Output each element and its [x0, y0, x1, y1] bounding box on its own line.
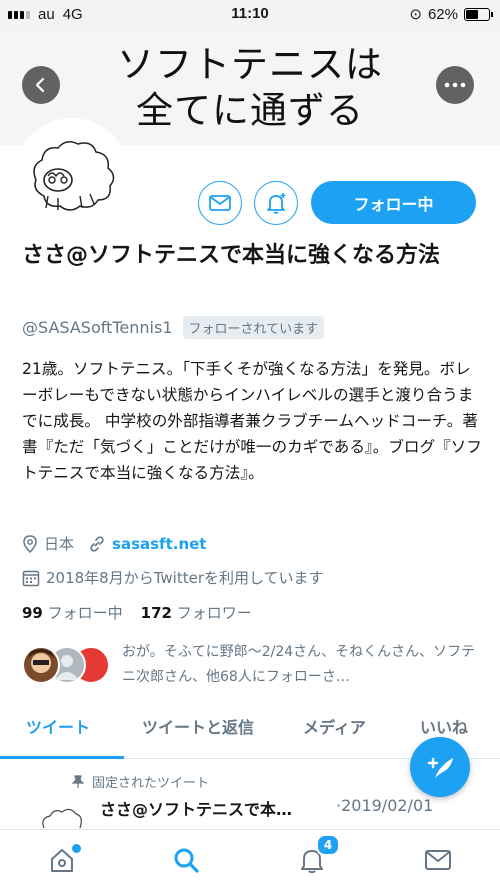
bio: 21歳。ソフトテニス。「下手くそが強くなる方法」を発見。ボレーボレーもできない状… [22, 360, 482, 482]
active-tab-indicator [0, 756, 124, 759]
bell-plus-icon [267, 193, 286, 214]
compose-feather-icon [427, 757, 453, 778]
messages-icon [425, 850, 451, 870]
compose-tweet-button[interactable] [410, 737, 470, 797]
new-content-dot [70, 842, 83, 855]
tweet-avatar-doodle-icon [42, 808, 82, 829]
followed-by-text[interactable]: おが。そふてに野郎〜2/24さん、そねくんさん、ソフテニ次郎さん、他68人にフォ… [122, 640, 482, 690]
banner-line-1: ソフトテニスは [117, 43, 383, 86]
calendar-icon [22, 570, 40, 586]
nav-search[interactable] [166, 840, 206, 880]
tab-tweets[interactable]: ツイート [26, 712, 90, 758]
more-icon [444, 82, 466, 88]
following-button[interactable]: フォロー中 [311, 181, 476, 224]
avatar[interactable] [14, 118, 130, 234]
location-website-row: 日本 sasasft.net [22, 533, 206, 554]
joined-date: 2018年8月からTwitterを利用しています [46, 569, 324, 587]
search-icon [174, 848, 199, 873]
display-name: ささ@ソフトテニスで本当に強くなる方法 [22, 243, 441, 268]
handle-row: @SASASoftTennis1 フォローされています [22, 316, 325, 339]
avatar [22, 646, 60, 684]
notify-button[interactable] [254, 181, 298, 225]
followers-link[interactable]: 172 フォロワー [141, 602, 252, 623]
location-icon [23, 534, 37, 553]
follow-counts: 99 フォロー中 172 フォロワー [22, 602, 252, 623]
nav-messages[interactable] [418, 840, 458, 880]
chevron-left-icon [35, 77, 45, 93]
following-count: 99 [22, 604, 43, 622]
tab-tweets-and-replies[interactable]: ツイートと返信 [142, 712, 254, 758]
back-button[interactable] [22, 66, 60, 104]
battery-icon [464, 7, 493, 21]
followers-label: フォロワー [176, 604, 252, 622]
tweet-author: ささ@ソフトテニスで本… [100, 800, 293, 819]
bottom-navigation: 4 [0, 829, 500, 890]
pinned-tweet-header[interactable]: ささ@ソフトテニスで本… ·2019/02/01 [100, 796, 490, 820]
follows-you-badge: フォローされています [182, 316, 325, 339]
tab-media[interactable]: メディア [303, 712, 366, 758]
nav-home[interactable] [42, 840, 83, 880]
followers-you-know-avatars[interactable] [22, 646, 122, 690]
message-button[interactable] [198, 181, 242, 225]
following-label: フォロー中 [47, 604, 123, 622]
battery-percent: 62% [427, 5, 458, 23]
status-bar: au 4G 11:10 ⊙ 62% [0, 0, 500, 30]
pinned-label: 固定されたツイート [92, 776, 210, 791]
location: 日本 [44, 535, 75, 553]
nav-notifications[interactable]: 4 [292, 834, 340, 880]
followers-count: 172 [140, 604, 172, 622]
handle: @SASASoftTennis1 [22, 318, 173, 337]
orientation-lock-icon: ⊙ [409, 6, 422, 23]
sheep-doodle-icon [33, 141, 115, 211]
pin-icon [72, 774, 84, 788]
pinned-label-row: 固定されたツイート [72, 772, 209, 791]
joined-row: 2018年8月からTwitterを利用しています [22, 567, 324, 588]
mail-icon [209, 195, 231, 211]
following-link[interactable]: 99 フォロー中 [22, 602, 123, 623]
tweet-date: ·2019/02/01 [336, 796, 434, 815]
more-button[interactable] [436, 66, 474, 104]
anime-avatar-icon [28, 649, 54, 673]
website-link[interactable]: sasasft.net [112, 535, 206, 553]
notifications-badge: 4 [316, 834, 340, 856]
link-icon [90, 535, 104, 552]
